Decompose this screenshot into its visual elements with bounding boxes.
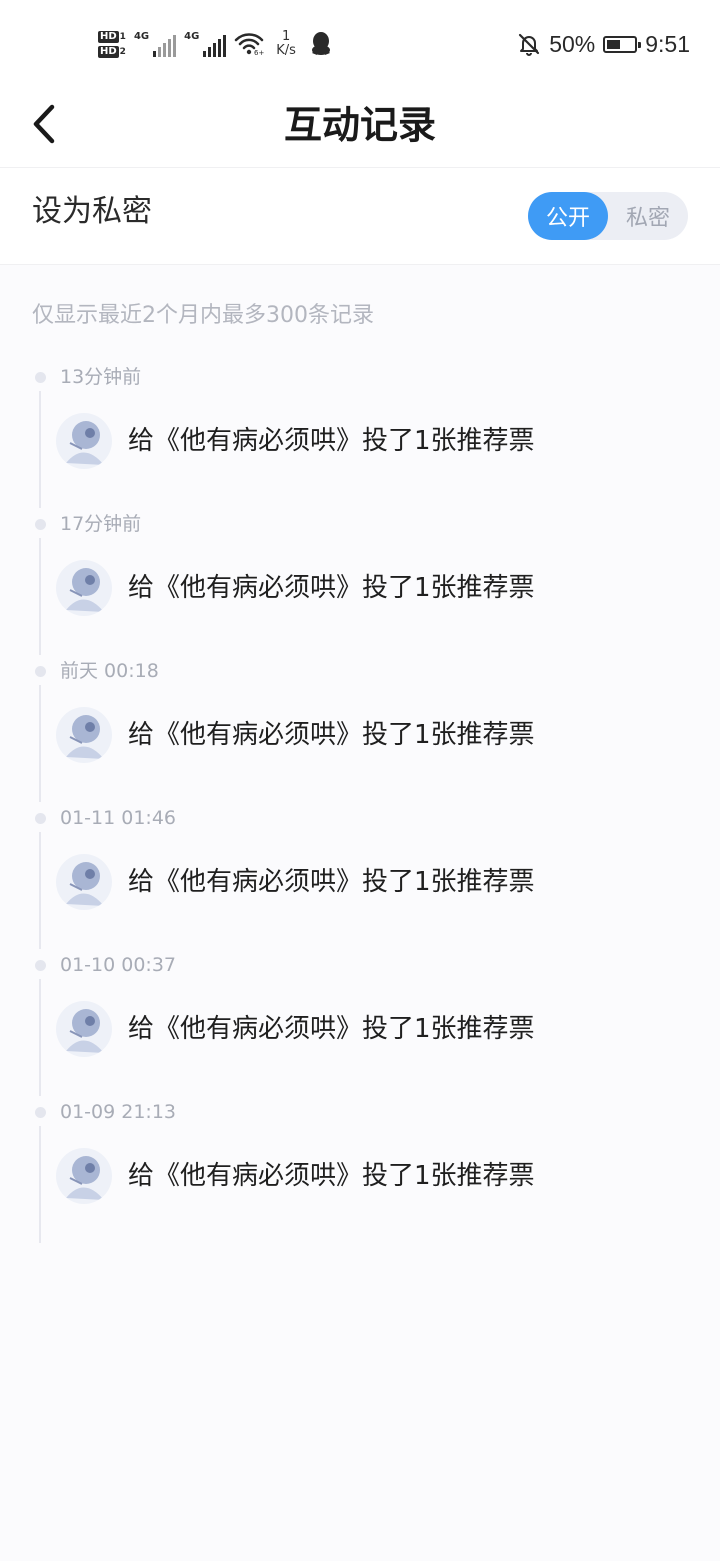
record-list-area: 仅显示最近2个月内最多300条记录 13分钟前 给《他有病必须哄》投了1张推荐票: [0, 265, 720, 1561]
timeline-line: [39, 391, 41, 508]
toggle-option-private[interactable]: 私密: [608, 192, 688, 240]
network-speed: 1 K/s: [276, 30, 296, 58]
record-text: 给《他有病必须哄》投了1张推荐票: [128, 867, 535, 897]
record-text: 给《他有病必须哄》投了1张推荐票: [128, 426, 535, 456]
wifi-icon: 6+: [234, 32, 264, 56]
avatar[interactable]: [56, 854, 112, 910]
avatar[interactable]: [56, 1148, 112, 1204]
timeline-line: [39, 1126, 41, 1243]
record-item[interactable]: 01-11 01:46 给《他有病必须哄》投了1张推荐票: [0, 802, 720, 949]
timeline-line: [39, 685, 41, 802]
status-bar-left: HD 1 HD 2 4G 4G 6+ 1 K/s: [98, 22, 332, 66]
record-item[interactable]: 前天 00:18 给《他有病必须哄》投了1张推荐票: [0, 655, 720, 802]
signal-bars: [153, 35, 177, 57]
record-time: 前天 00:18: [60, 660, 159, 682]
network-type-label: 4G: [184, 31, 200, 42]
hd-sim-number: 1: [119, 31, 126, 42]
battery-icon: [603, 35, 642, 53]
hd-sim-number: 2: [119, 46, 126, 57]
timeline-dot: [35, 1107, 46, 1118]
timeline-dot: [35, 666, 46, 677]
record-text: 给《他有病必须哄》投了1张推荐票: [128, 1161, 535, 1191]
network-speed-unit: K/s: [276, 43, 296, 58]
timeline-dot: [35, 813, 46, 824]
hd-icon: HD: [98, 45, 119, 58]
hd-indicators: HD 1 HD 2: [98, 30, 126, 58]
record-body: 给《他有病必须哄》投了1张推荐票: [56, 409, 535, 473]
timeline-line: [39, 832, 41, 949]
status-bar: HD 1 HD 2 4G 4G 6+ 1 K/s 50% 9:51: [0, 0, 720, 88]
hd-badge-2: HD 2: [98, 45, 126, 58]
record-item[interactable]: 17分钟前 给《他有病必须哄》投了1张推荐票: [0, 508, 720, 655]
record-body: 给《他有病必须哄》投了1张推荐票: [56, 1144, 535, 1208]
avatar[interactable]: [56, 1001, 112, 1057]
record-body: 给《他有病必须哄》投了1张推荐票: [56, 850, 535, 914]
record-body: 给《他有病必须哄》投了1张推荐票: [56, 997, 535, 1061]
timeline-dot: [35, 960, 46, 971]
timeline-line: [39, 979, 41, 1096]
record-text: 给《他有病必须哄》投了1张推荐票: [128, 720, 535, 750]
privacy-setting-row: 设为私密 公开 私密: [0, 168, 720, 265]
record-body: 给《他有病必须哄》投了1张推荐票: [56, 556, 535, 620]
clock: 9:51: [645, 30, 690, 57]
record-body: 给《他有病必须哄》投了1张推荐票: [56, 703, 535, 767]
toggle-option-public[interactable]: 公开: [528, 192, 608, 240]
qq-icon: [310, 31, 332, 57]
record-item[interactable]: 13分钟前 给《他有病必须哄》投了1张推荐票: [0, 361, 720, 508]
timeline-line: [39, 538, 41, 655]
network-type-label: 4G: [133, 31, 150, 42]
record-item[interactable]: 01-09 21:13 给《他有病必须哄》投了1张推荐票: [0, 1096, 720, 1243]
record-text: 给《他有病必须哄》投了1张推荐票: [128, 1014, 535, 1044]
record-time: 01-11 01:46: [60, 807, 177, 829]
timeline-dot: [35, 519, 46, 530]
battery-percent: 50%: [549, 30, 596, 57]
signal-bars: [203, 35, 227, 57]
header: 互动记录: [0, 88, 720, 168]
battery-level: [607, 39, 621, 49]
bell-off-icon: [517, 32, 541, 56]
avatar[interactable]: [56, 560, 112, 616]
record-time: 17分钟前: [60, 513, 142, 535]
avatar[interactable]: [56, 707, 112, 763]
record-time: 01-10 00:37: [60, 954, 177, 976]
timeline-dot: [35, 372, 46, 383]
privacy-toggle[interactable]: 公开 私密: [528, 192, 688, 240]
record-item[interactable]: 01-10 00:37 给《他有病必须哄》投了1张推荐票: [0, 949, 720, 1096]
record-time: 13分钟前: [60, 366, 142, 388]
records-hint: 仅显示最近2个月内最多300条记录: [32, 303, 374, 328]
status-bar-right: 50% 9:51: [517, 28, 690, 60]
hd-icon: HD: [98, 30, 119, 43]
timeline: 13分钟前 给《他有病必须哄》投了1张推荐票 17分钟前 给《他有病必须哄》投了…: [0, 361, 720, 1243]
privacy-label: 设为私密: [32, 194, 152, 229]
network-speed-value: 1: [281, 29, 291, 44]
signal-icon-sim2: 4G: [184, 31, 227, 57]
record-text: 给《他有病必须哄》投了1张推荐票: [128, 573, 535, 603]
svg-text:6+: 6+: [254, 49, 264, 56]
signal-icon-sim1: 4G: [133, 31, 177, 57]
hd-badge-1: HD 1: [98, 30, 126, 43]
record-time: 01-09 21:13: [60, 1101, 177, 1123]
page-title: 互动记录: [283, 102, 436, 147]
avatar[interactable]: [56, 413, 112, 469]
